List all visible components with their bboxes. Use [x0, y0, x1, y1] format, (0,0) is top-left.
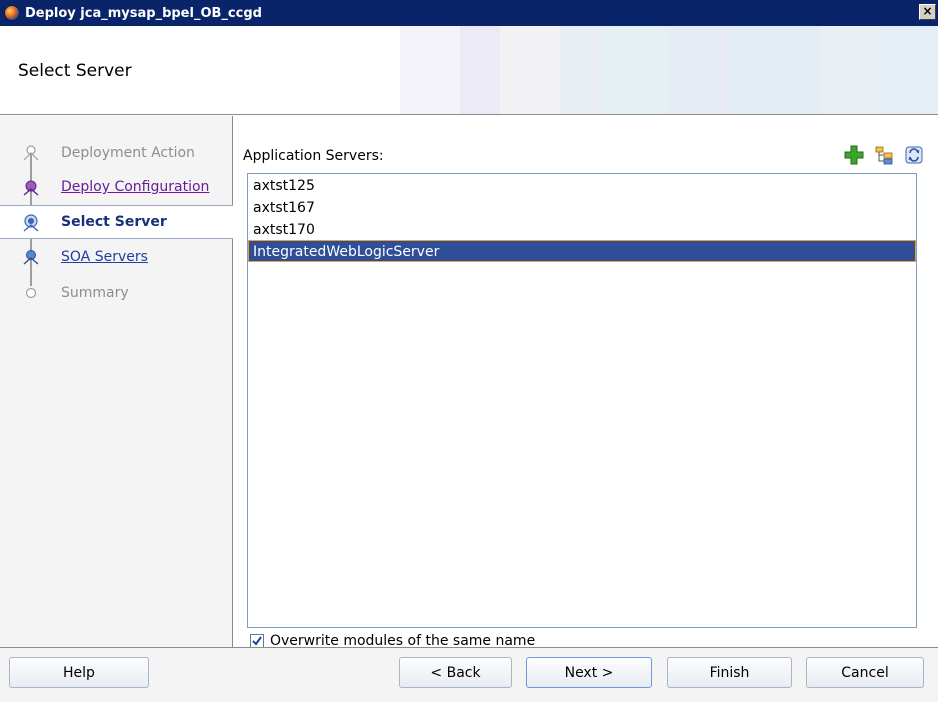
nav-step-label[interactable]: Deploy Configuration	[61, 179, 209, 195]
wizard-steps-nav: Deployment Action Deploy Configuration S…	[0, 116, 233, 647]
page-title: Select Server	[18, 61, 132, 81]
banner-decoration	[730, 26, 820, 114]
step-visited-icon	[23, 180, 39, 196]
nav-step-label: Summary	[61, 285, 129, 301]
server-tree-icon	[875, 146, 893, 165]
step-final-icon	[25, 287, 37, 299]
page-header: Select Server	[0, 26, 938, 115]
next-button[interactable]: Next >	[526, 657, 652, 688]
banner-decoration	[460, 26, 500, 114]
server-list-item[interactable]: axtst167	[248, 196, 916, 218]
browse-servers-button[interactable]	[872, 143, 896, 167]
banner-decoration	[500, 26, 560, 114]
nav-step-summary: Summary	[0, 276, 233, 310]
add-server-icon	[844, 145, 864, 165]
banner-decoration	[880, 26, 938, 114]
cancel-button[interactable]: Cancel	[806, 657, 924, 688]
main-content: Application Servers: axtst125 axtst167 a…	[234, 116, 938, 649]
server-toolbar	[842, 143, 926, 167]
server-list-item[interactable]: axtst170	[248, 218, 916, 240]
banner-decoration	[560, 26, 600, 114]
add-server-button[interactable]	[842, 143, 866, 167]
application-servers-list[interactable]: axtst125 axtst167 axtst170 IntegratedWeb…	[247, 173, 917, 628]
window-title-bar: Deploy jca_mysap_bpel_OB_ccgd ×	[0, 0, 938, 26]
nav-step-deployment-action: Deployment Action	[0, 136, 233, 170]
help-button[interactable]: Help	[9, 657, 149, 688]
application-servers-label: Application Servers:	[243, 148, 384, 164]
app-logo-icon	[4, 5, 20, 21]
banner-decoration	[600, 26, 670, 114]
server-list-item[interactable]: axtst125	[248, 174, 916, 196]
refresh-servers-button[interactable]	[902, 143, 926, 167]
finish-button[interactable]: Finish	[667, 657, 792, 688]
checkmark-icon	[252, 636, 262, 646]
banner-decoration	[400, 26, 460, 114]
nav-step-deploy-configuration[interactable]: Deploy Configuration	[0, 170, 233, 204]
banner-decoration	[670, 26, 730, 114]
refresh-icon	[905, 146, 923, 164]
overwrite-modules-checkbox[interactable]	[250, 634, 264, 648]
wizard-button-bar: Help < Back Next > Finish Cancel	[0, 647, 938, 702]
back-button[interactable]: < Back	[399, 657, 512, 688]
server-list-item-selected[interactable]: IntegratedWebLogicServer	[248, 240, 916, 262]
step-disabled-icon	[23, 145, 39, 161]
step-current-icon	[23, 214, 39, 232]
step-next-icon	[23, 250, 39, 265]
banner-decoration	[820, 26, 880, 114]
nav-step-select-server[interactable]: Select Server	[0, 205, 233, 239]
window-title: Deploy jca_mysap_bpel_OB_ccgd	[25, 5, 262, 21]
nav-step-label[interactable]: SOA Servers	[61, 249, 148, 265]
nav-step-label: Deployment Action	[61, 145, 195, 161]
close-button[interactable]: ×	[919, 4, 936, 20]
nav-step-soa-servers[interactable]: SOA Servers	[0, 240, 233, 274]
nav-step-label[interactable]: Select Server	[61, 214, 167, 230]
